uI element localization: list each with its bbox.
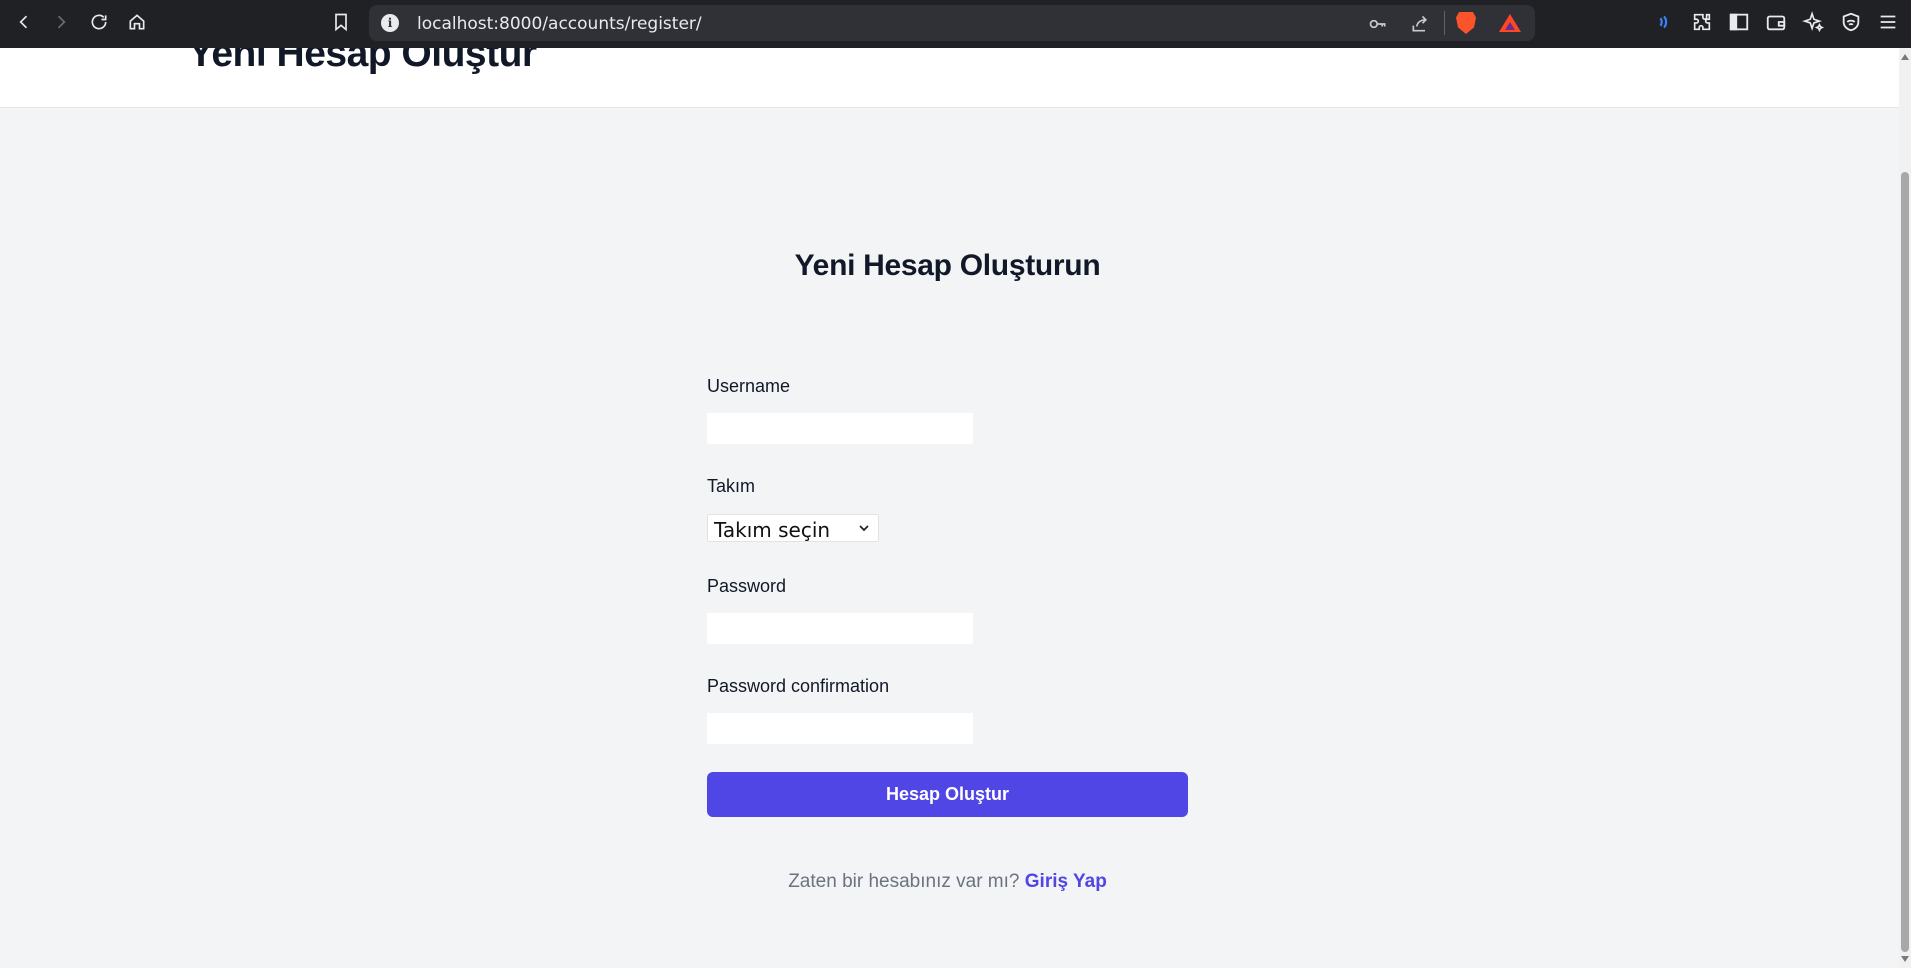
chevron-down-icon [859,525,869,532]
username-input[interactable] [707,413,973,444]
forward-icon[interactable] [47,8,75,36]
create-account-button[interactable]: Hesap Oluştur [707,772,1188,817]
page-viewport: Yeni Hesap Oluştur Yeni Hesap Oluşturun … [0,48,1899,968]
home-icon[interactable] [123,8,151,36]
login-link[interactable]: Giriş Yap [1025,871,1107,892]
back-icon[interactable] [10,8,38,36]
password-confirmation-input[interactable] [707,713,973,744]
leo-ai-icon[interactable] [1801,10,1825,34]
password-input[interactable] [707,613,973,644]
team-select-value: Takım seçin [714,518,831,542]
team-label: Takım [707,476,756,496]
vpn-shield-icon[interactable] [1839,10,1863,34]
bookmark-icon[interactable] [327,8,355,36]
page-header: Yeni Hesap Oluştur [0,48,1899,108]
brave-rewards-icon[interactable] [1499,14,1521,32]
share-icon[interactable] [1410,14,1430,34]
username-label: Username [707,376,791,396]
reload-icon[interactable] [85,8,113,36]
address-bar[interactable]: i localhost:8000/accounts/register/ [369,5,1535,41]
divider [1444,11,1445,35]
menu-icon[interactable] [1876,10,1900,34]
browser-toolbar: i localhost:8000/accounts/register/ [0,0,1911,44]
scroll-down-arrow-icon[interactable] [1901,956,1909,962]
site-info-icon[interactable]: i [381,14,399,32]
speedreader-icon[interactable] [1652,10,1676,34]
password-confirmation-label: Password confirmation [707,676,890,696]
team-select[interactable]: Takım seçin [707,514,879,542]
brave-shields-icon[interactable] [1456,12,1476,34]
scroll-up-arrow-icon[interactable] [1901,54,1909,60]
sidebar-icon[interactable] [1727,10,1751,34]
wallet-icon[interactable] [1764,10,1788,34]
page-title: Yeni Hesap Oluştur [188,48,537,75]
scrollbar-thumb[interactable] [1901,172,1909,952]
key-icon[interactable] [1368,14,1388,34]
form-title: Yeni Hesap Oluşturun [794,249,1101,282]
login-prompt-text: Zaten bir hesabınız var mı? [788,871,1020,892]
login-prompt: Zaten bir hesabınız var mı? Giriş Yap [0,871,1895,893]
scrollbar[interactable] [1899,48,1911,968]
url-text[interactable]: localhost:8000/accounts/register/ [417,14,702,34]
password-label: Password [707,576,787,596]
extensions-icon[interactable] [1690,10,1714,34]
